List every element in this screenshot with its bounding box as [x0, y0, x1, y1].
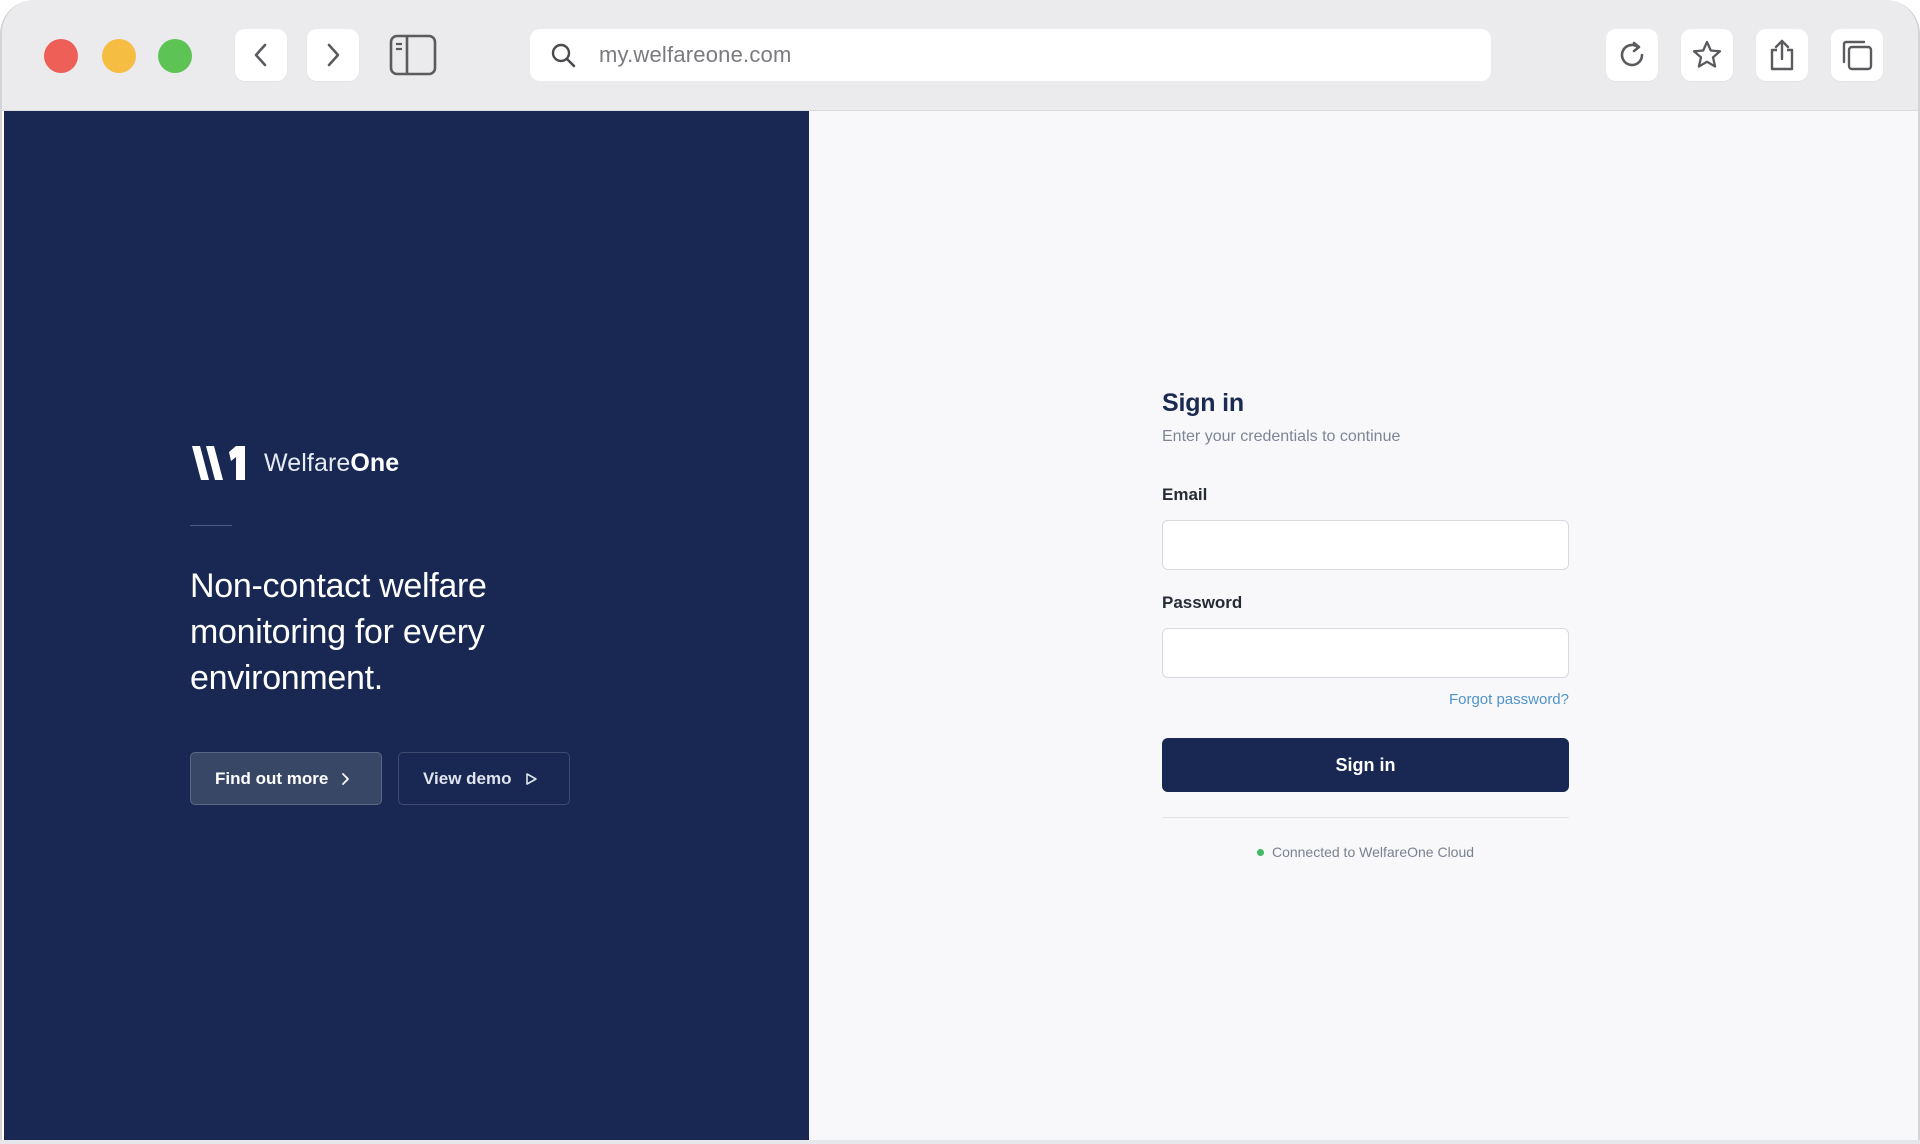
view-demo-label: View demo — [423, 768, 512, 788]
search-icon — [550, 42, 576, 73]
email-field[interactable] — [1162, 520, 1569, 570]
find-out-more-label: Find out more — [215, 768, 329, 788]
browser-toolbar: my.welfareone.com — [2, 0, 1918, 111]
minimize-window-button[interactable] — [102, 39, 136, 73]
back-button[interactable] — [235, 29, 287, 81]
hero-panel: WelfareOne Non-contact welfare monitorin… — [4, 111, 809, 1140]
signin-subtitle: Enter your credentials to continue — [1162, 428, 1401, 445]
email-label: Email — [1162, 485, 1208, 504]
connection-status-text: Connected to WelfareOne Cloud — [1271, 844, 1475, 860]
brand-name-bold: One — [350, 448, 400, 477]
chevron-right-icon — [340, 772, 350, 786]
signin-panel: Sign in Enter your credentials to contin… — [809, 111, 1918, 1140]
share-icon — [1770, 39, 1794, 71]
forward-button[interactable] — [307, 29, 359, 81]
sidebar-icon — [389, 34, 437, 76]
brand-name: WelfareOne — [264, 449, 399, 478]
url-text[interactable]: my.welfareone.com — [599, 42, 792, 68]
bookmark-button[interactable] — [1681, 29, 1733, 81]
tabs-overview-button[interactable] — [1831, 29, 1883, 81]
sign-in-button[interactable]: Sign in — [1162, 738, 1569, 792]
star-icon — [1692, 40, 1722, 68]
chevron-right-icon — [327, 43, 340, 67]
brand-logo[interactable]: WelfareOne — [190, 443, 399, 483]
signin-form: Sign in Enter your credentials to contin… — [1162, 389, 1569, 860]
brand-name-light: Welfare — [264, 448, 351, 477]
view-demo-button[interactable]: View demo — [398, 752, 570, 805]
status-dot-icon — [1256, 848, 1264, 856]
address-bar[interactable]: my.welfareone.com — [530, 29, 1491, 81]
password-field[interactable] — [1162, 628, 1569, 678]
tabs-icon — [1842, 40, 1873, 71]
sidebar-toggle-button[interactable] — [387, 29, 439, 81]
share-button[interactable] — [1756, 29, 1808, 81]
find-out-more-button[interactable]: Find out more — [190, 752, 382, 805]
browser-window: my.welfareone.com WelfareOne Non-contact… — [0, 0, 1920, 1144]
close-window-button[interactable] — [44, 39, 78, 73]
signin-title: Sign in — [1162, 389, 1244, 417]
hero-divider — [190, 525, 232, 526]
reload-button[interactable] — [1606, 29, 1658, 81]
play-icon — [524, 772, 538, 786]
hero-tagline: Non-contact welfare monitoring for every… — [190, 567, 487, 697]
password-label: Password — [1162, 593, 1243, 612]
forgot-password-link[interactable]: Forgot password? — [1449, 691, 1569, 708]
chevron-left-icon — [254, 43, 267, 67]
window-bottom-edge — [0, 1140, 1920, 1144]
welfareone-logo-icon — [192, 446, 245, 480]
zoom-window-button[interactable] — [158, 39, 192, 73]
connection-status: Connected to WelfareOne Cloud — [1162, 844, 1569, 860]
reload-icon — [1620, 41, 1644, 67]
form-divider — [1162, 817, 1569, 818]
